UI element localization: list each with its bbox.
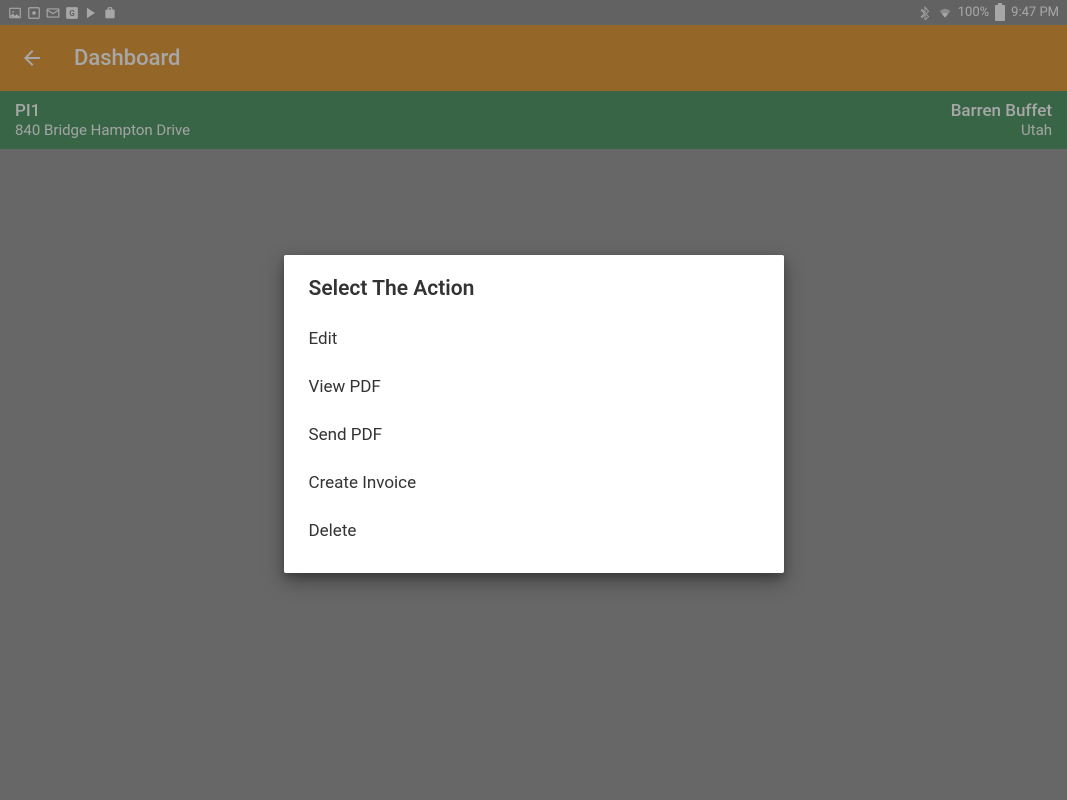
dialog-title: Select The Action: [284, 277, 784, 315]
dialog-item-delete[interactable]: Delete: [284, 507, 784, 555]
dialog-item-send-pdf[interactable]: Send PDF: [284, 411, 784, 459]
modal-overlay[interactable]: Select The Action Edit View PDF Send PDF…: [0, 0, 1067, 800]
action-dialog: Select The Action Edit View PDF Send PDF…: [284, 255, 784, 573]
dialog-item-create-invoice[interactable]: Create Invoice: [284, 459, 784, 507]
dialog-item-edit[interactable]: Edit: [284, 315, 784, 363]
dialog-item-view-pdf[interactable]: View PDF: [284, 363, 784, 411]
